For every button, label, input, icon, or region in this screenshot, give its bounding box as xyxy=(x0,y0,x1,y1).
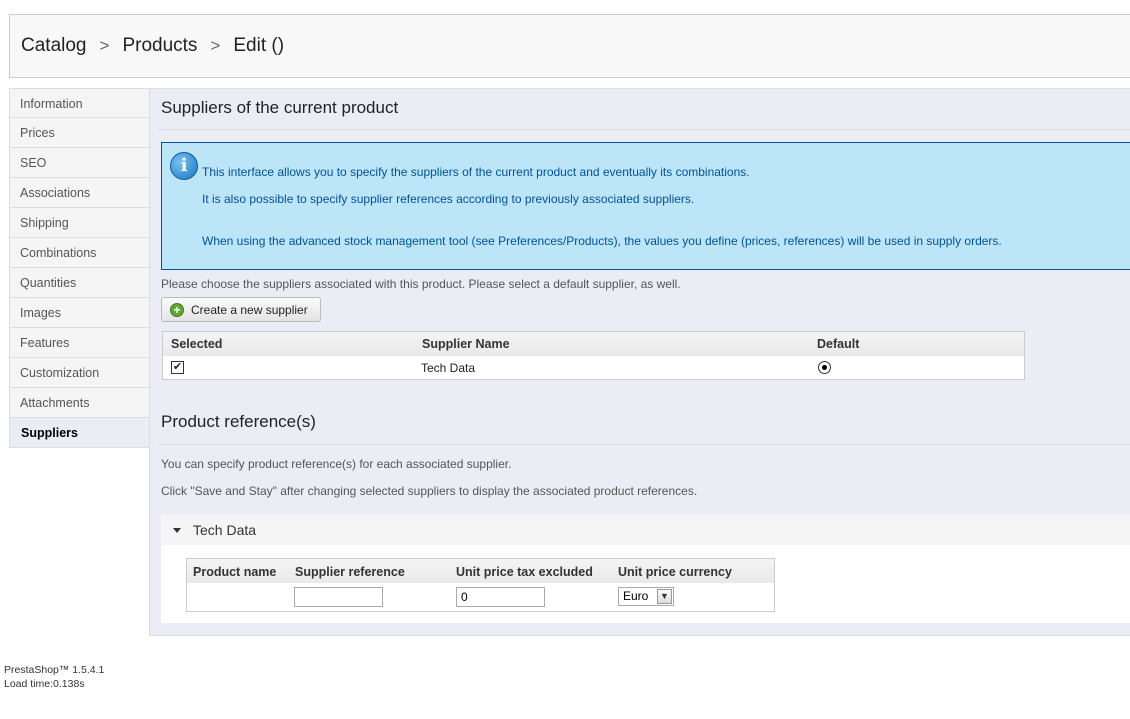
tab-seo[interactable]: SEO xyxy=(9,148,150,178)
table-row: ✔ Tech Data xyxy=(163,356,1024,379)
info-icon: i xyxy=(170,152,198,180)
tab-features[interactable]: Features xyxy=(9,328,150,358)
breadcrumb: Catalog > Products > Edit () xyxy=(9,14,1130,78)
info-line-2: It is also possible to specify supplier … xyxy=(202,192,695,206)
section-divider xyxy=(159,444,1130,445)
footer: PrestaShop™ 1.5.4.1 Load time:0.138s xyxy=(4,663,104,691)
tab-information[interactable]: Information xyxy=(9,88,150,118)
tab-combinations[interactable]: Combinations xyxy=(9,238,150,268)
supplier-accordion-body: Product name Supplier reference Unit pri… xyxy=(161,545,1130,623)
accordion-supplier-name: Tech Data xyxy=(193,522,257,538)
info-line-1: This interface allows you to specify the… xyxy=(202,165,750,179)
references-table-header: Product name Supplier reference Unit pri… xyxy=(187,559,774,583)
tab-suppliers[interactable]: Suppliers xyxy=(9,418,150,448)
section-divider xyxy=(159,129,1130,130)
chevron-down-icon: ▼ xyxy=(657,589,672,604)
breadcrumb-products[interactable]: Products xyxy=(122,35,197,57)
references-table: Product name Supplier reference Unit pri… xyxy=(186,558,775,612)
info-line-3: When using the advanced stock management… xyxy=(202,234,1002,248)
supplier-name: Tech Data xyxy=(421,361,476,375)
supplier-selected-checkbox[interactable]: ✔ xyxy=(171,361,184,374)
tab-customization[interactable]: Customization xyxy=(9,358,150,388)
header-unit-price: Unit price tax excluded xyxy=(456,565,593,579)
header-default: Default xyxy=(817,337,860,351)
breadcrumb-catalog[interactable]: Catalog xyxy=(21,35,87,57)
suppliers-table: Selected Supplier Name Default ✔ Tech Da… xyxy=(162,331,1025,380)
caret-down-icon xyxy=(173,527,181,533)
tab-prices[interactable]: Prices xyxy=(9,118,150,148)
create-supplier-label: Create a new supplier xyxy=(191,302,308,317)
suppliers-panel: Suppliers of the current product i This … xyxy=(149,88,1130,636)
breadcrumb-separator-icon: > xyxy=(210,36,221,55)
header-supplier-name: Supplier Name xyxy=(422,337,510,351)
currency-selected-value: Euro xyxy=(623,589,649,603)
references-section-title: Product reference(s) xyxy=(161,412,316,431)
currency-select[interactable]: Euro ▼ xyxy=(618,587,674,606)
tab-quantities[interactable]: Quantities xyxy=(9,268,150,298)
product-tabs: Information Prices SEO Associations Ship… xyxy=(9,88,150,448)
header-supplier-reference: Supplier reference xyxy=(295,565,405,579)
tab-shipping[interactable]: Shipping xyxy=(9,208,150,238)
unit-price-input[interactable]: 0 xyxy=(456,587,545,607)
tab-images[interactable]: Images xyxy=(9,298,150,328)
create-supplier-button[interactable]: + Create a new supplier xyxy=(161,297,321,322)
supplier-default-radio[interactable] xyxy=(818,361,831,374)
footer-load-time: Load time:0.138s xyxy=(4,678,85,690)
supplier-accordion-header[interactable]: Tech Data xyxy=(161,515,1130,545)
supplier-reference-input[interactable] xyxy=(294,587,383,607)
header-product-name: Product name xyxy=(193,565,277,579)
add-icon: + xyxy=(170,302,184,317)
tab-attachments[interactable]: Attachments xyxy=(9,388,150,418)
references-line-1: You can specify product reference(s) for… xyxy=(161,457,512,471)
header-currency: Unit price currency xyxy=(618,565,732,579)
breadcrumb-edit: Edit () xyxy=(233,35,285,56)
table-row: 0 Euro ▼ xyxy=(187,583,774,612)
footer-version: PrestaShop™ 1.5.4.1 xyxy=(4,664,105,676)
info-box: i This interface allows you to specify t… xyxy=(161,142,1130,270)
header-selected: Selected xyxy=(171,337,223,351)
breadcrumb-separator-icon: > xyxy=(99,36,110,55)
references-line-2: Click "Save and Stay" after changing sel… xyxy=(161,484,698,498)
suppliers-section-title: Suppliers of the current product xyxy=(161,98,399,117)
suppliers-table-header: Selected Supplier Name Default xyxy=(163,332,1024,356)
tab-associations[interactable]: Associations xyxy=(9,178,150,208)
suppliers-instruction: Please choose the suppliers associated w… xyxy=(161,277,681,291)
